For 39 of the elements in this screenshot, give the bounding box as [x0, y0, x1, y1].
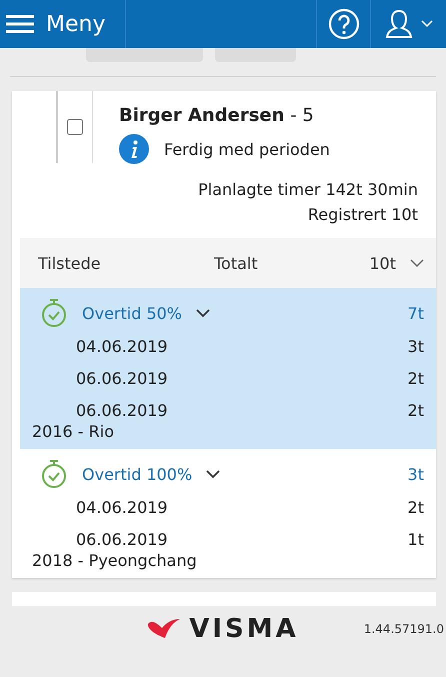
- version-text: 1.44.57191.0: [364, 622, 444, 636]
- entry-date: 06.06.2019: [76, 400, 168, 420]
- user-icon: [384, 8, 412, 40]
- total-label: Totalt: [214, 254, 259, 272]
- logo: VISMA: [147, 614, 299, 644]
- group-title: Overtid 50%: [82, 304, 182, 322]
- stopwatch-icon: [40, 298, 68, 328]
- entry-hours: 1t: [408, 530, 424, 548]
- entry-hours: 2t: [408, 498, 424, 516]
- entry-hours: 2t: [408, 400, 424, 420]
- checkbox[interactable]: [67, 119, 83, 135]
- help-icon: [328, 8, 360, 40]
- menu-icon: [6, 15, 34, 33]
- project-name: 2016 - Rio: [32, 422, 116, 441]
- status-text: Ferdig med perioden: [164, 140, 330, 158]
- registered-hours: Registrert 10t: [308, 205, 418, 224]
- entry-date: 04.06.2019: [76, 498, 168, 516]
- summary-label: Tilstede: [38, 254, 102, 272]
- entry-hours: 3t: [408, 336, 424, 356]
- entry-date: 06.06.2019: [76, 368, 168, 388]
- total-value: 10t: [369, 254, 396, 272]
- caret-icon: [420, 20, 432, 28]
- overtime-group[interactable]: Overtid 50% 7t 04.06.2019 3t 06.06.2019 2t 06.06.2019 2t 2016 - Rio: [20, 288, 436, 449]
- overtime-group[interactable]: Overtid 100% 3t 04.06.2019 2t 06.06.2019 1t 2018 - Pyeongchang: [20, 449, 436, 578]
- group-title: Overtid 100%: [82, 464, 192, 484]
- summary-row[interactable]: Tilstede Totalt 10t: [20, 238, 436, 288]
- group-total: 3t: [408, 464, 424, 484]
- employee-name: Birger Andersen - 5: [119, 105, 315, 126]
- stopwatch-icon: [40, 459, 68, 489]
- entry-date: 06.06.2019: [76, 530, 168, 548]
- project-name: 2018 - Pyeongchang: [32, 551, 198, 570]
- chevron-icon: [206, 470, 220, 478]
- planned-hours: Planlagte timer 142t 30min: [198, 180, 418, 199]
- logo-icon: [147, 618, 182, 640]
- chevron-icon: [196, 308, 210, 318]
- info-icon: [119, 134, 149, 164]
- group-total: 7t: [408, 304, 424, 322]
- entry-date: 04.06.2019: [76, 336, 168, 356]
- entry-hours: 2t: [408, 368, 424, 388]
